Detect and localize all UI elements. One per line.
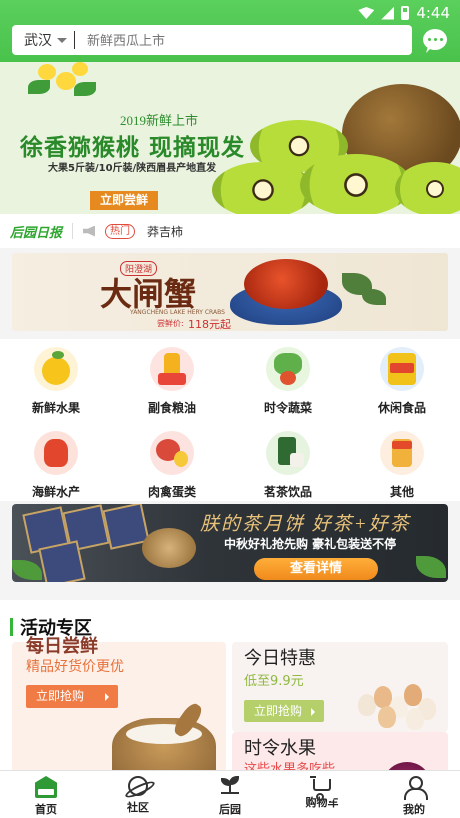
category-grid: 新鲜水果 副食粮油 时令蔬菜 休闲食品 海鲜水产 肉禽蛋类 茗茶饮品 其他 (0, 339, 460, 501)
bottom-tab-bar: 首页 社区 后园 购物车 我的 (0, 770, 460, 818)
category-label: 海鲜水产 (31, 485, 80, 499)
category-label: 肉禽蛋类 (147, 485, 196, 499)
card-subtitle: 精品好货价更优 (26, 659, 124, 675)
crab-image (244, 259, 328, 309)
tea-subtitle: 中秋好礼抢先购 豪礼包装送不停 (224, 537, 397, 551)
category-seafood[interactable]: 海鲜水产 (10, 431, 102, 500)
tab-label: 社区 (127, 801, 149, 814)
wifi-icon (358, 7, 375, 19)
category-label: 其他 (389, 485, 414, 499)
city-name: 武汉 (24, 33, 52, 49)
crab-subtitle: YANGCHENG LAKE HERY CRABS (130, 309, 225, 316)
flower-decoration (28, 62, 98, 102)
planet-icon (128, 776, 148, 796)
crab-banner[interactable]: 阳澄湖 大闸蟹 YANGCHENG LAKE HERY CRABS 尝鲜价: 1… (12, 253, 448, 331)
category-label: 副食粮油 (147, 401, 196, 415)
kiwi-slice-image (212, 162, 314, 214)
daily-fresh-card[interactable]: 每日尝鲜 精品好货价更优 立即抢购 (12, 636, 226, 770)
view-details-button[interactable]: 查看详情 (254, 558, 378, 580)
hero-banner[interactable]: 2019新鲜上市 徐香猕猴桃 现摘现发 大果5斤装/10斤装/陕西眉县产地直发 … (0, 62, 460, 214)
battery-icon (401, 6, 410, 20)
eggs-image (348, 668, 448, 732)
cart-icon (310, 776, 331, 801)
seasonal-fruit-card[interactable]: 时令水果 这些水果多吃些 (232, 732, 448, 770)
sprout-icon (219, 776, 241, 798)
try-now-button[interactable]: 立即尝鲜 (90, 191, 158, 210)
app-header: 4:44 武汉 (0, 0, 460, 62)
news-headline[interactable]: 莽吉柿 (147, 223, 183, 240)
crab-price-label: 尝鲜价: (157, 319, 184, 328)
vegetable-icon (266, 347, 310, 391)
tab-home[interactable]: 首页 (0, 771, 92, 818)
fruit-icon (34, 347, 78, 391)
meat-egg-icon (150, 431, 194, 475)
search-input[interactable] (87, 32, 387, 48)
divider (72, 223, 74, 239)
divider (74, 31, 75, 49)
section-accent-bar (10, 618, 13, 636)
tab-community[interactable]: 社区 (92, 771, 184, 818)
city-selector[interactable]: 武汉 (12, 30, 74, 50)
hero-title: 徐香猕猴桃 现摘现发 (20, 135, 246, 161)
news-logo: 后园日报 (10, 225, 63, 241)
leaf-decoration (12, 560, 42, 580)
category-grain-oil[interactable]: 副食粮油 (126, 347, 218, 416)
tea-box-image (38, 540, 86, 582)
hero-description: 大果5斤装/10斤装/陕西眉县产地直发 (48, 163, 217, 174)
tab-label: 首页 (35, 803, 57, 816)
category-snack[interactable]: 休闲食品 (356, 347, 448, 416)
daily-deal-card[interactable]: 今日特惠 低至9.9元 立即抢购 (232, 642, 448, 732)
buy-now-button[interactable]: 立即抢购 (244, 700, 324, 722)
seafood-icon (34, 431, 78, 475)
category-fruit[interactable]: 新鲜水果 (10, 347, 102, 416)
category-other[interactable]: 其他 (356, 431, 448, 500)
status-bar: 4:44 (358, 4, 450, 22)
tea-mooncake-banner[interactable]: 朕的茶月饼 好茶+好茶 中秋好礼抢先购 豪礼包装送不停 查看详情 (12, 504, 448, 582)
news-ticker[interactable]: 后园日报 热门 莽吉柿 (0, 214, 460, 248)
home-icon (35, 776, 57, 798)
tab-profile[interactable]: 我的 (368, 771, 460, 818)
card-title: 每日尝鲜 (26, 636, 98, 657)
tea-icon (266, 431, 310, 475)
user-icon (403, 776, 428, 800)
tab-label: 我的 (403, 803, 425, 816)
other-icon (380, 431, 424, 475)
tab-cart[interactable]: 购物车 (276, 771, 368, 818)
leaf-decoration (416, 556, 446, 578)
category-meat-egg[interactable]: 肉禽蛋类 (126, 431, 218, 500)
card-title: 时令水果 (244, 738, 316, 759)
category-label: 新鲜水果 (31, 401, 80, 415)
tea-title: 朕的茶月饼 好茶+好茶 (200, 514, 411, 535)
category-tea[interactable]: 茗茶饮品 (242, 431, 334, 500)
hot-badge: 热门 (105, 223, 136, 239)
tab-garden[interactable]: 后园 (184, 771, 276, 818)
chevron-down-icon (57, 37, 67, 43)
category-label: 时令蔬菜 (263, 401, 312, 415)
category-vegetable[interactable]: 时令蔬菜 (242, 347, 334, 416)
buy-now-button[interactable]: 立即抢购 (26, 685, 118, 708)
crab-price: 118元起 (188, 318, 231, 331)
speaker-icon (83, 225, 96, 237)
promo-section: 活动专区 每日尝鲜 精品好货价更优 立即抢购 今日特惠 低至9.9元 立即抢购 … (0, 600, 460, 770)
category-label: 茗茶饮品 (263, 485, 312, 499)
leaf-decoration (362, 289, 386, 305)
card-subtitle: 这些水果多吃些 (244, 762, 336, 770)
category-label: 休闲食品 (377, 401, 426, 415)
message-icon[interactable] (423, 29, 447, 50)
signal-icon (381, 6, 395, 20)
mooncake-image (142, 528, 196, 568)
grain-oil-icon (150, 347, 194, 391)
snack-icon (380, 347, 424, 391)
search-bar: 武汉 (12, 25, 412, 55)
card-subtitle: 低至9.9元 (244, 674, 304, 689)
fruit-image (382, 762, 432, 770)
kiwi-slice-image (395, 162, 460, 214)
status-time: 4:44 (416, 4, 450, 22)
hero-subtitle: 2019新鲜上市 (120, 113, 199, 128)
card-title: 今日特惠 (244, 648, 316, 669)
tab-label: 后园 (219, 803, 241, 816)
